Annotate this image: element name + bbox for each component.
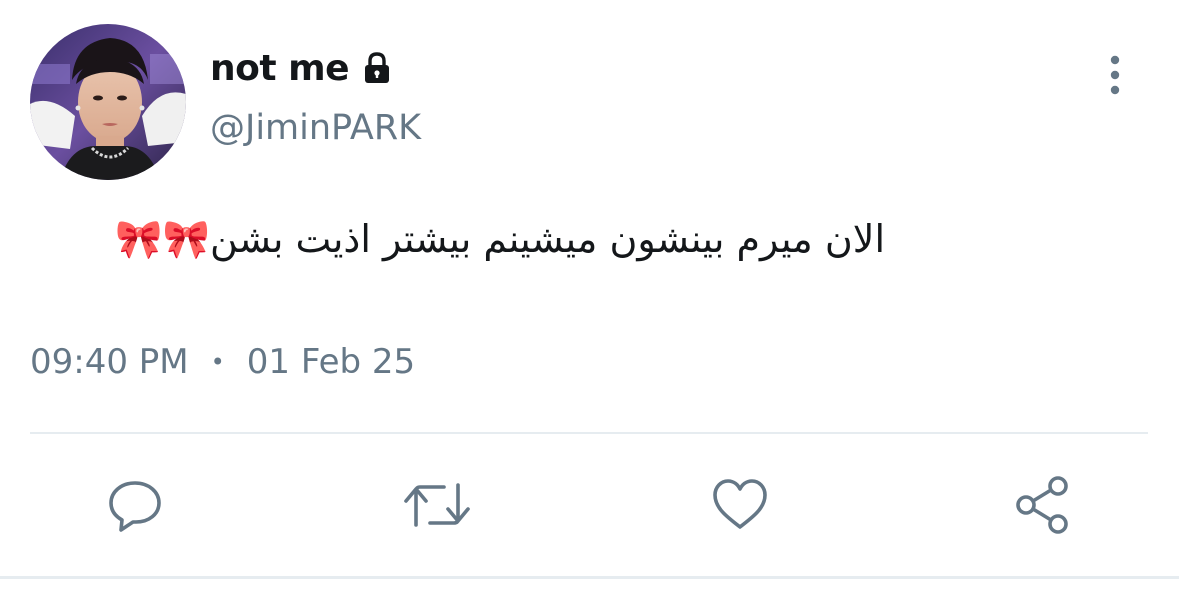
reply-icon [109,481,161,532]
share-button[interactable] [1008,470,1078,540]
share-icon [1016,476,1068,534]
more-options-icon[interactable] [1098,54,1132,98]
reply-button[interactable] [100,470,170,540]
profile-photo-icon [30,24,186,180]
divider [30,432,1148,434]
tweet-card: not me @JiminPARK الان میرم بینشون میشین… [0,0,1179,597]
display-name-row: not me [210,44,395,92]
tweet-timestamp: 09:40 PM • 01 Feb 25 [30,340,415,384]
separator-dot: • [210,348,225,376]
display-name[interactable]: not me [210,48,350,89]
user-handle[interactable]: @JiminPARK [210,108,421,148]
avatar[interactable] [30,24,186,180]
heart-icon [713,479,767,529]
lock-icon [359,50,395,86]
action-bar [0,470,1179,540]
tweet-text: الان میرم بینشون میشینم بیشتر اذیت بشن🎀🎀 [115,217,885,261]
tweet-time: 09:40 PM [30,342,189,382]
retweet-button[interactable] [402,470,472,540]
bottom-divider [0,576,1179,579]
tweet-date: 01 Feb 25 [246,342,416,382]
like-button[interactable] [705,470,775,540]
retweet-icon [404,483,470,527]
